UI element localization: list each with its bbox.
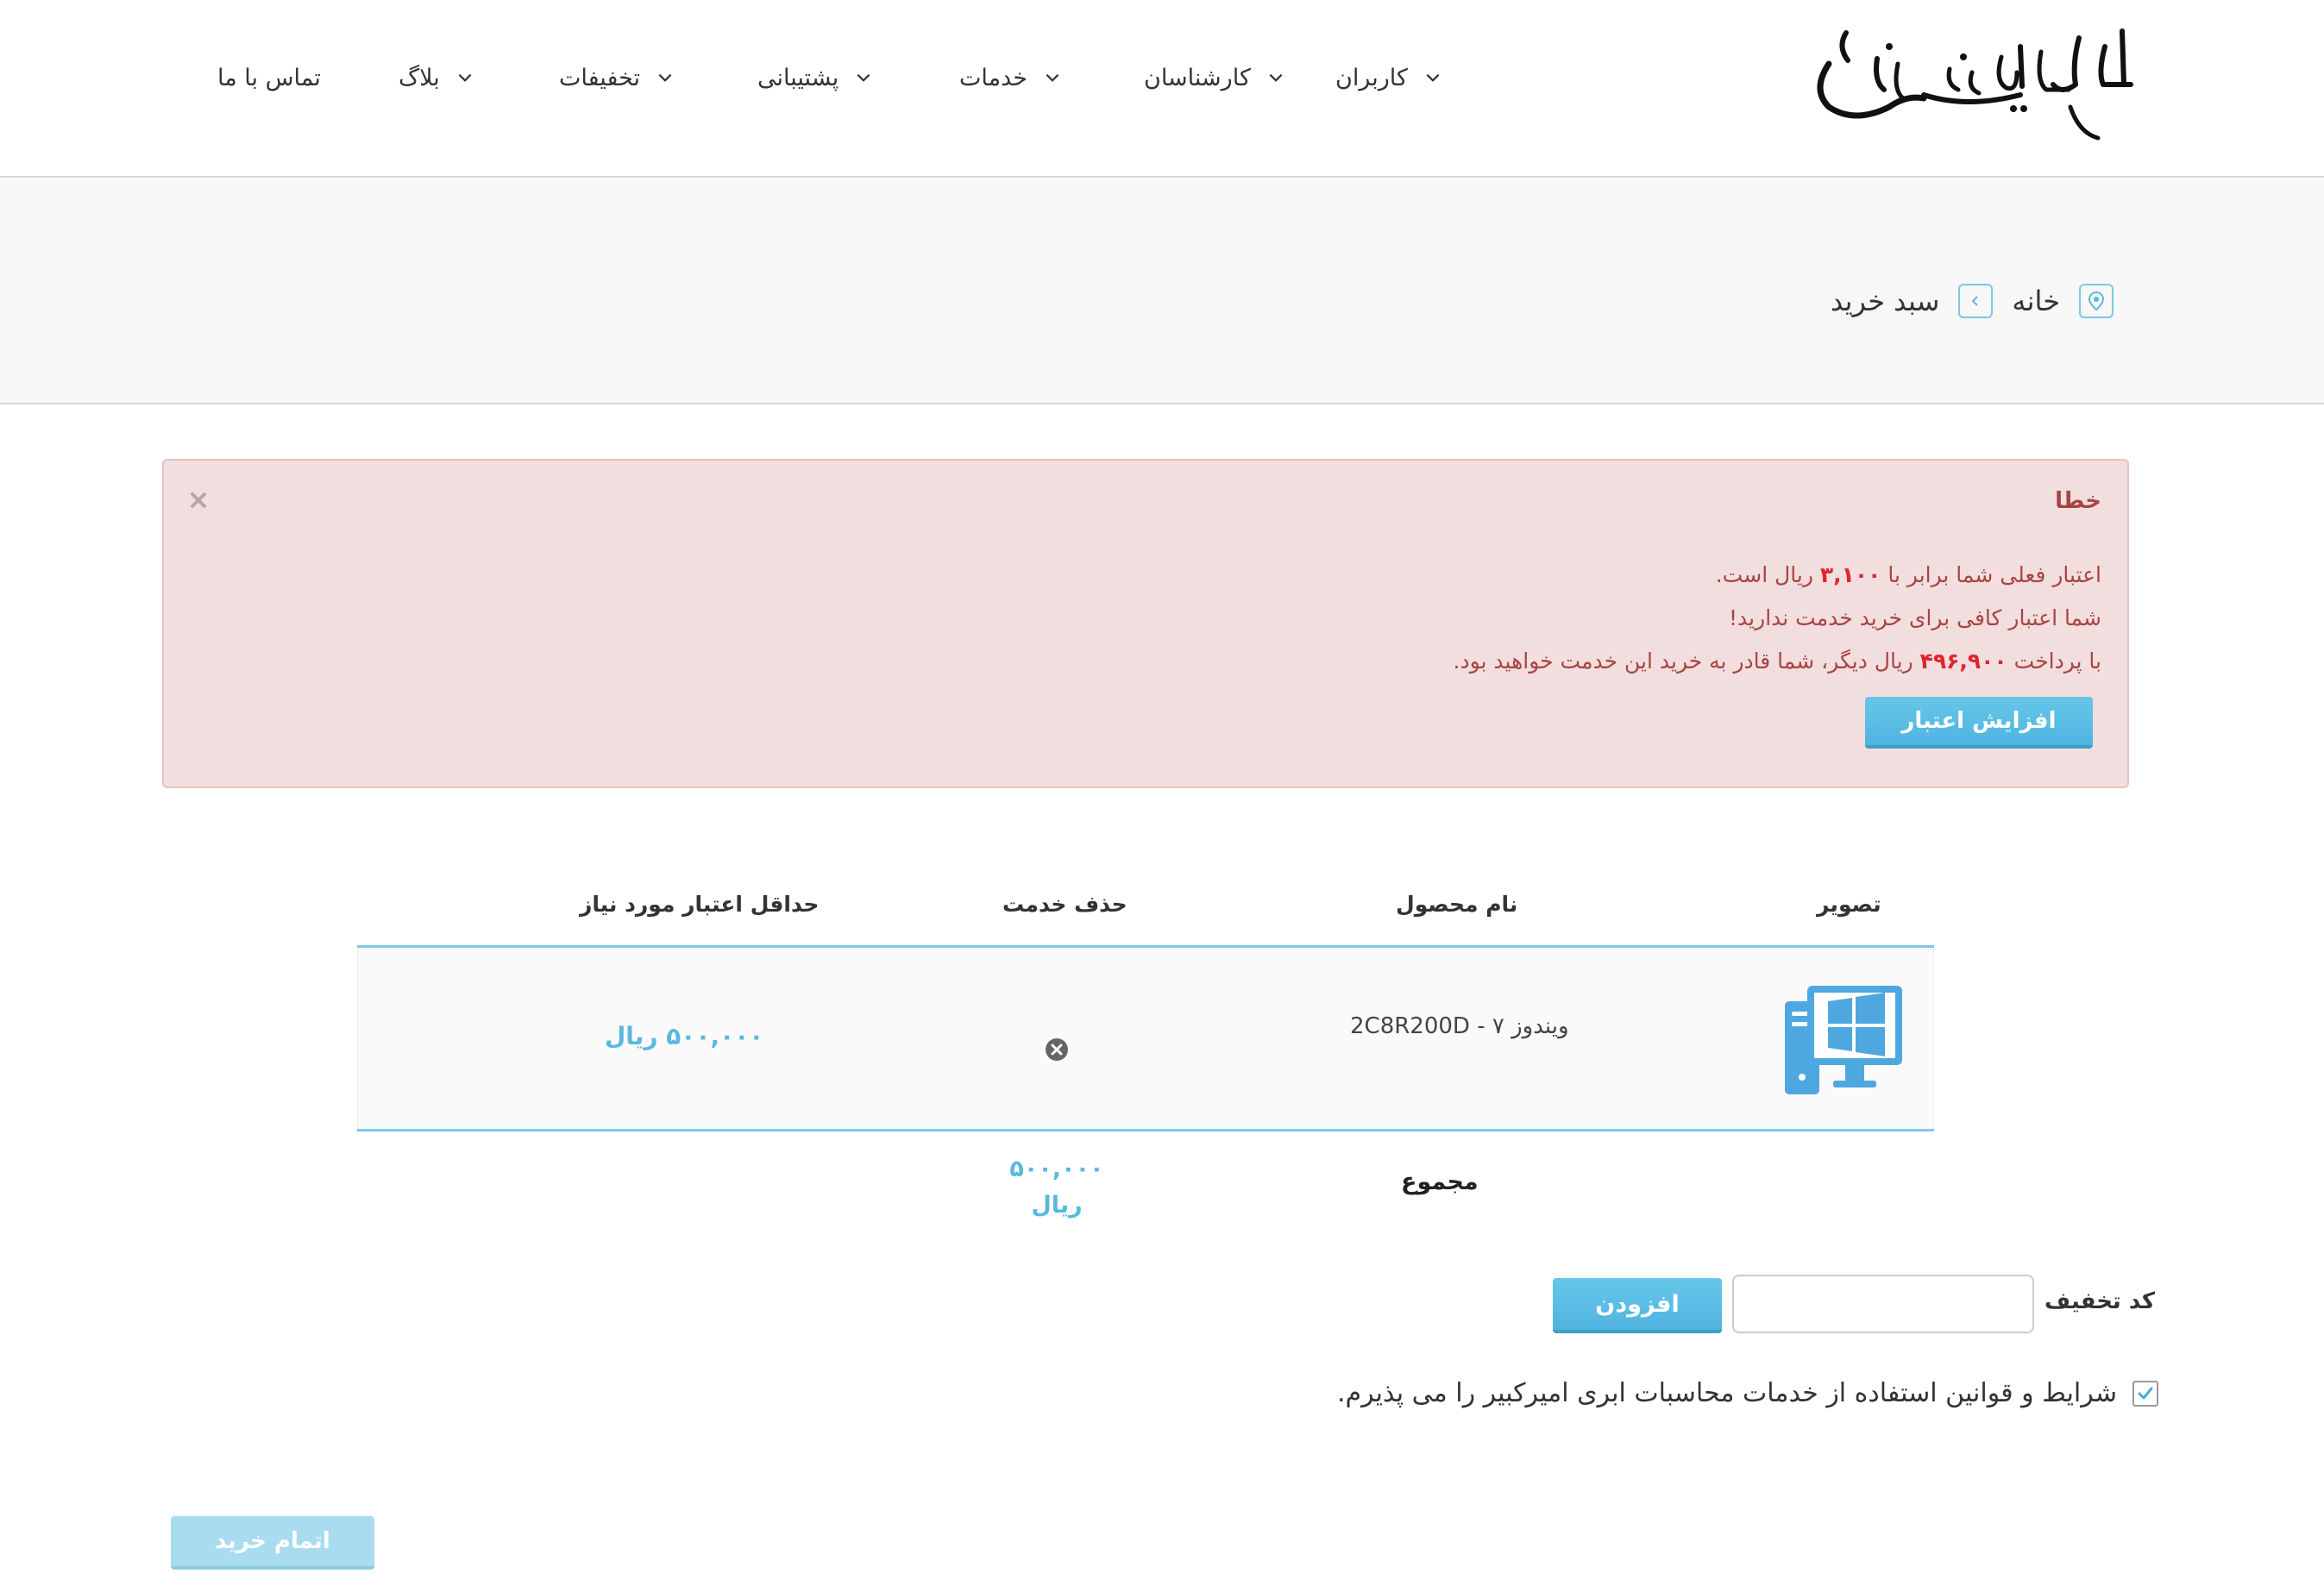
header-min-credit: حداقل اعتبار مورد نیاز xyxy=(580,892,820,917)
discount-label: کد تخفیف xyxy=(2044,1288,2155,1314)
location-pin-icon xyxy=(2079,284,2114,318)
chevron-down-icon xyxy=(1046,73,1059,82)
nav-label: تماس با ما xyxy=(217,64,321,91)
alert-text: با پرداخت xyxy=(2013,649,2101,674)
windows-pc-icon xyxy=(1785,986,1902,1094)
terms-text: شرایط و قوانین استفاده از خدمات محاسبات … xyxy=(1337,1378,2117,1408)
total-amount: ۵۰۰,۰۰۰ xyxy=(1009,1156,1104,1182)
increase-credit-button[interactable]: افزایش اعتبار xyxy=(1865,697,2093,749)
total-value: ۵۰۰,۰۰۰ ریال xyxy=(1001,1151,1113,1224)
nav-item-contact[interactable]: تماس با ما xyxy=(217,52,321,103)
apply-discount-button[interactable]: افزودن xyxy=(1553,1278,1722,1333)
terms-checkbox[interactable] xyxy=(2132,1380,2158,1407)
chevron-left-icon xyxy=(1958,284,1994,318)
row-divider xyxy=(357,1129,1934,1131)
alert-text: ریال است. xyxy=(1715,562,1813,587)
discount-code-input[interactable] xyxy=(1732,1275,2034,1333)
nav-item-users[interactable]: کاربران xyxy=(1335,52,1442,103)
chevron-down-icon xyxy=(458,73,472,82)
nav-label: خدمات xyxy=(959,64,1027,91)
total-label: مجموع xyxy=(1401,1169,1479,1195)
nav-label: کاربران xyxy=(1335,64,1408,91)
alert-title: خطا xyxy=(2055,488,2101,514)
alert-text: اعتبار فعلی شما برابر با xyxy=(1887,562,2101,587)
nav-item-discounts[interactable]: تخفیفات xyxy=(559,52,675,103)
alert-text: ریال دیگر، شما قادر به خرید این خدمت خوا… xyxy=(1453,649,1913,674)
product-name: ویندوز ۷ - 2C8R200D xyxy=(1350,1013,1569,1039)
terms-agreement: شرایط و قوانین استفاده از خدمات محاسبات … xyxy=(1337,1378,2158,1408)
error-alert: خطا اعتبار فعلی شما برابر با ۳,۱۰۰ ریال … xyxy=(162,459,2129,788)
total-unit: ریال xyxy=(1031,1192,1083,1219)
nav-label: بلاگ xyxy=(399,64,440,91)
chevron-down-icon xyxy=(1269,73,1283,82)
table-row: ویندوز ۷ - 2C8R200D ۵۰۰,۰۰۰ ریال xyxy=(357,948,1934,1129)
nav-item-experts[interactable]: کارشناسان xyxy=(1144,52,1285,103)
breadcrumb: خانه سبد خرید xyxy=(1831,284,2114,318)
nav-label: کارشناسان xyxy=(1144,64,1251,91)
remove-circle-icon[interactable] xyxy=(1045,1037,1069,1062)
chevron-down-icon xyxy=(1426,73,1440,82)
site-header: کاربران کارشناسان خدمات پشتیبانی تخفیفات… xyxy=(0,0,2324,178)
breadcrumb-band: خانه سبد خرید xyxy=(0,179,2324,404)
header-product: نام محصول xyxy=(1396,892,1518,917)
alert-insufficient-line: شما اعتبار کافی برای خرید خدمت ندارید! xyxy=(1729,605,2101,630)
breadcrumb-home[interactable]: خانه xyxy=(2012,285,2060,317)
min-credit-value: ۵۰۰,۰۰۰ ریال xyxy=(605,1022,764,1050)
header-image: تصویر xyxy=(1817,892,1881,917)
close-icon[interactable] xyxy=(188,490,209,511)
header-remove: حذف خدمت xyxy=(1002,892,1127,917)
breadcrumb-current: سبد خرید xyxy=(1830,285,1940,317)
nav-label: پشتیبانی xyxy=(757,64,839,91)
main-nav: کاربران کارشناسان خدمات پشتیبانی تخفیفات… xyxy=(0,52,2324,103)
nav-label: تخفیفات xyxy=(559,64,641,91)
nav-item-support[interactable]: پشتیبانی xyxy=(757,52,873,103)
needed-amount-value: ۴۹۶,۹۰۰ xyxy=(1919,649,2007,674)
nav-item-services[interactable]: خدمات xyxy=(959,52,1062,103)
current-credit-value: ۳,۱۰۰ xyxy=(1819,562,1881,587)
check-icon xyxy=(2138,1387,2153,1399)
finish-purchase-button[interactable]: اتمام خرید xyxy=(171,1516,374,1570)
alert-needed-line: با پرداخت ۴۹۶,۹۰۰ ریال دیگر، شما قادر به… xyxy=(1454,649,2101,674)
alert-current-credit-line: اعتبار فعلی شما برابر با ۳,۱۰۰ ریال است. xyxy=(1716,562,2101,587)
chevron-down-icon xyxy=(857,73,870,82)
nav-item-blog[interactable]: بلاگ xyxy=(399,52,474,103)
chevron-down-icon xyxy=(658,73,672,82)
